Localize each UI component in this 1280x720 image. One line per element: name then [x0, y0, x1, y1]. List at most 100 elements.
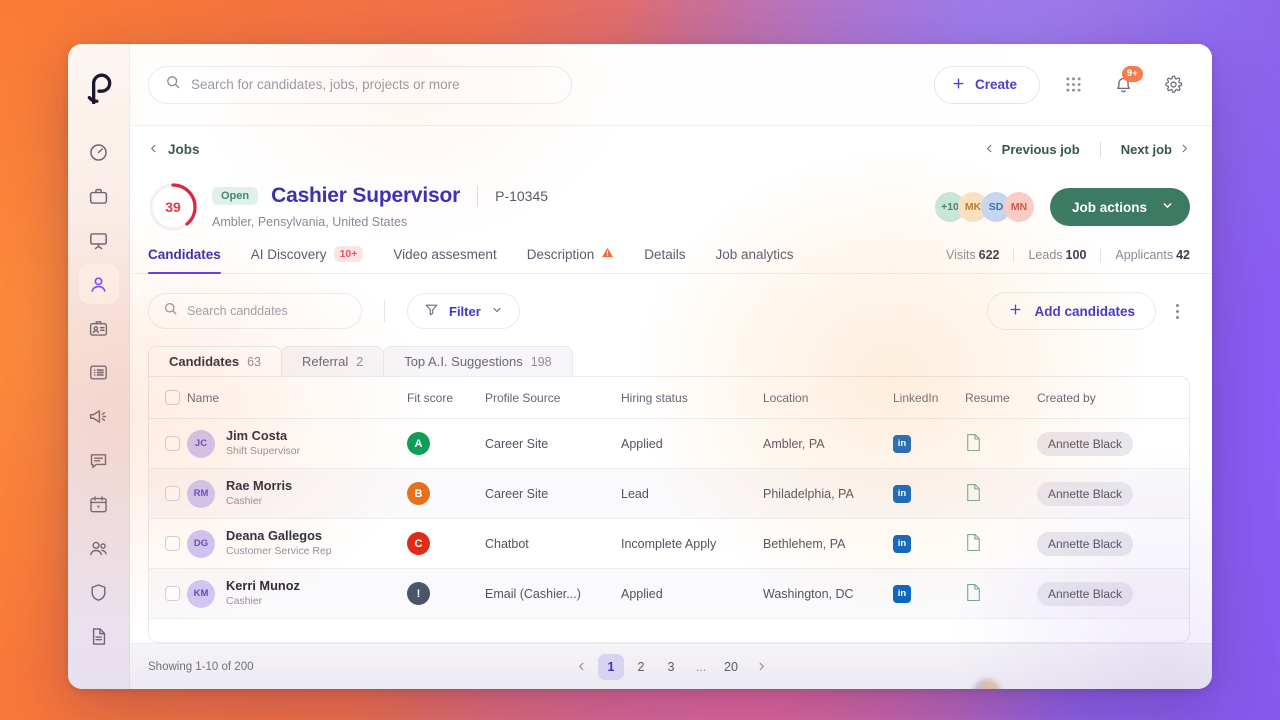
candidate-name: Jim Costa [226, 428, 288, 444]
created-by-chip: Annette Black [1037, 531, 1134, 556]
sidebar-item-campaigns[interactable] [79, 220, 119, 260]
column-header-hiring-status[interactable]: Hiring status [621, 377, 763, 419]
sidebar-item-messages[interactable] [79, 440, 119, 480]
candidate-name-cell[interactable]: KM Kerri Munoz Cashier [187, 568, 407, 619]
p-logo[interactable] [79, 66, 119, 110]
job-actions-button[interactable]: Job actions [1049, 188, 1190, 226]
sidebar-item-candidates[interactable] [78, 264, 119, 304]
row-checkbox[interactable] [165, 486, 180, 501]
tab-video-assesment[interactable]: Video assesment [393, 247, 496, 273]
fit-score-cell: B [407, 468, 485, 519]
tab-ai-discovery[interactable]: AI Discovery 10+ [251, 246, 364, 273]
fit-score-cell: C [407, 518, 485, 569]
linkedin-cell: in [893, 468, 965, 519]
pagination: 1 2 3... 20 [568, 653, 774, 680]
linkedin-icon[interactable]: in [893, 434, 911, 453]
pagination-next[interactable] [748, 654, 774, 680]
resume-icon[interactable] [965, 483, 1037, 505]
column-header-linkedin[interactable]: LinkedIn [893, 377, 965, 419]
sidebar-item-announcements[interactable] [79, 396, 119, 436]
candidate-name-cell[interactable]: RM Rae Morris Cashier [187, 468, 407, 519]
global-search-input[interactable] [191, 77, 555, 92]
column-header-created-by[interactable]: Created by [1037, 377, 1189, 419]
table-row[interactable]: RM Rae Morris Cashier B Career Site Lead Phila… [149, 468, 1189, 519]
tab-candidates[interactable]: Candidates [148, 247, 221, 274]
select-all-checkbox[interactable] [165, 390, 180, 405]
pagination-prev[interactable] [568, 654, 594, 680]
more-options-icon[interactable] [1164, 296, 1190, 326]
candidate-name: Kerri Munoz [226, 578, 300, 594]
gear-icon[interactable] [1156, 68, 1190, 102]
row-checkbox[interactable] [165, 436, 180, 451]
assignee-avatars[interactable]: +10 MK SD MN [934, 192, 1034, 222]
linkedin-icon[interactable]: in [893, 484, 911, 503]
filter-button[interactable]: Filter [407, 293, 520, 329]
column-header-profile-source[interactable]: Profile Source [485, 377, 621, 419]
metric-applicants: Applicants 42 [1115, 248, 1190, 262]
notifications-bell-icon[interactable]: 9+ [1106, 65, 1143, 102]
resume-icon[interactable] [965, 583, 1037, 605]
showing-range-label: Showing 1-10 of 200 [148, 660, 254, 673]
sidebar-item-tasks[interactable] [79, 352, 119, 392]
candidate-search[interactable] [148, 293, 362, 329]
global-search[interactable] [148, 65, 572, 104]
pagination-page-1[interactable]: 1 [598, 653, 624, 680]
chevron-down-icon [491, 304, 503, 319]
table-row[interactable]: KM Kerri Munoz Cashier! Email (Cashier...) A… [149, 568, 1189, 619]
resume-icon[interactable] [965, 533, 1037, 555]
sidebar-item-teams[interactable] [79, 528, 119, 568]
candidate-name-cell[interactable]: DG Deana Gallegos Customer Service Rep [187, 518, 407, 569]
add-candidates-button[interactable]: Add candidates [987, 292, 1156, 330]
breadcrumb-back-jobs[interactable]: Jobs [148, 142, 200, 157]
pagination-page-3[interactable]: 3 [658, 654, 684, 680]
apps-grid-icon[interactable] [1056, 68, 1090, 102]
linkedin-cell: in [893, 518, 965, 569]
column-header-name[interactable]: Name [187, 377, 407, 419]
profile-source-cell: Chatbot [485, 518, 621, 569]
tab-job-analytics[interactable]: Job analytics [716, 247, 794, 273]
row-checkbox[interactable] [165, 586, 180, 601]
metric-label: Applicants [1115, 248, 1174, 262]
next-job-button[interactable]: Next job [1121, 142, 1190, 157]
fit-score-badge: A [407, 432, 430, 455]
location-cell: Philadelphia, PA [763, 468, 893, 519]
table-row[interactable]: DG Deana Gallegos Customer Service Rep C Cha… [149, 518, 1189, 569]
column-header-fit-score[interactable]: Fit score [407, 377, 485, 419]
next-job-label: Next job [1120, 141, 1172, 157]
fit-score-cell: A [407, 418, 485, 469]
avatar[interactable]: MN [1003, 192, 1034, 222]
metric-visits: Visits 622 [946, 248, 1000, 262]
sidebar-item-reports[interactable] [79, 616, 119, 656]
row-checkbox[interactable] [165, 536, 180, 551]
subtab-referral[interactable]: Referral 2 [280, 346, 385, 376]
profile-source-cell: Career Site [485, 468, 621, 519]
linkedin-icon[interactable]: in [893, 584, 911, 603]
profile-source-cell: Email (Cashier...) [485, 568, 621, 619]
pagination-page-20[interactable]: 20 [718, 654, 744, 680]
warning-triangle-icon [601, 246, 614, 262]
linkedin-icon[interactable]: in [893, 534, 911, 553]
resume-icon[interactable] [965, 433, 1037, 455]
sidebar-item-calendar[interactable] [79, 484, 119, 524]
created-by-cell: Annette Black [1037, 418, 1189, 469]
avatar: KM [187, 579, 215, 608]
subtab-candidates[interactable]: Candidates 63 [148, 346, 282, 376]
sidebar-item-jobs[interactable] [79, 176, 119, 216]
column-header-resume[interactable]: Resume [965, 377, 1037, 419]
tab-details[interactable]: Details [644, 247, 685, 273]
column-header-location[interactable]: Location [763, 377, 893, 419]
candidate-search-input[interactable] [187, 304, 347, 318]
sidebar-item-dashboard[interactable] [79, 132, 119, 172]
tab-description[interactable]: Description [527, 246, 615, 273]
previous-job-button[interactable]: Previous job [984, 142, 1080, 157]
create-button[interactable]: Create [933, 65, 1040, 104]
resume-cell [965, 418, 1037, 469]
pagination-page-2[interactable]: 2 [628, 654, 654, 680]
job-metrics: Visits 622 Leads 100 Applicants 42 [946, 248, 1190, 273]
sidebar-item-compliance[interactable] [79, 572, 119, 612]
subtab-top-a-i-suggestions[interactable]: Top A.I. Suggestions 198 [383, 346, 573, 376]
sidebar-item-employees[interactable] [79, 308, 119, 348]
candidate-name-cell[interactable]: JC Jim Costa Shift Supervisor [187, 418, 407, 469]
table-row[interactable]: JC Jim Costa Shift Supervisor A Career Site A… [149, 418, 1189, 469]
candidate-name: Rae Morris [226, 478, 293, 494]
